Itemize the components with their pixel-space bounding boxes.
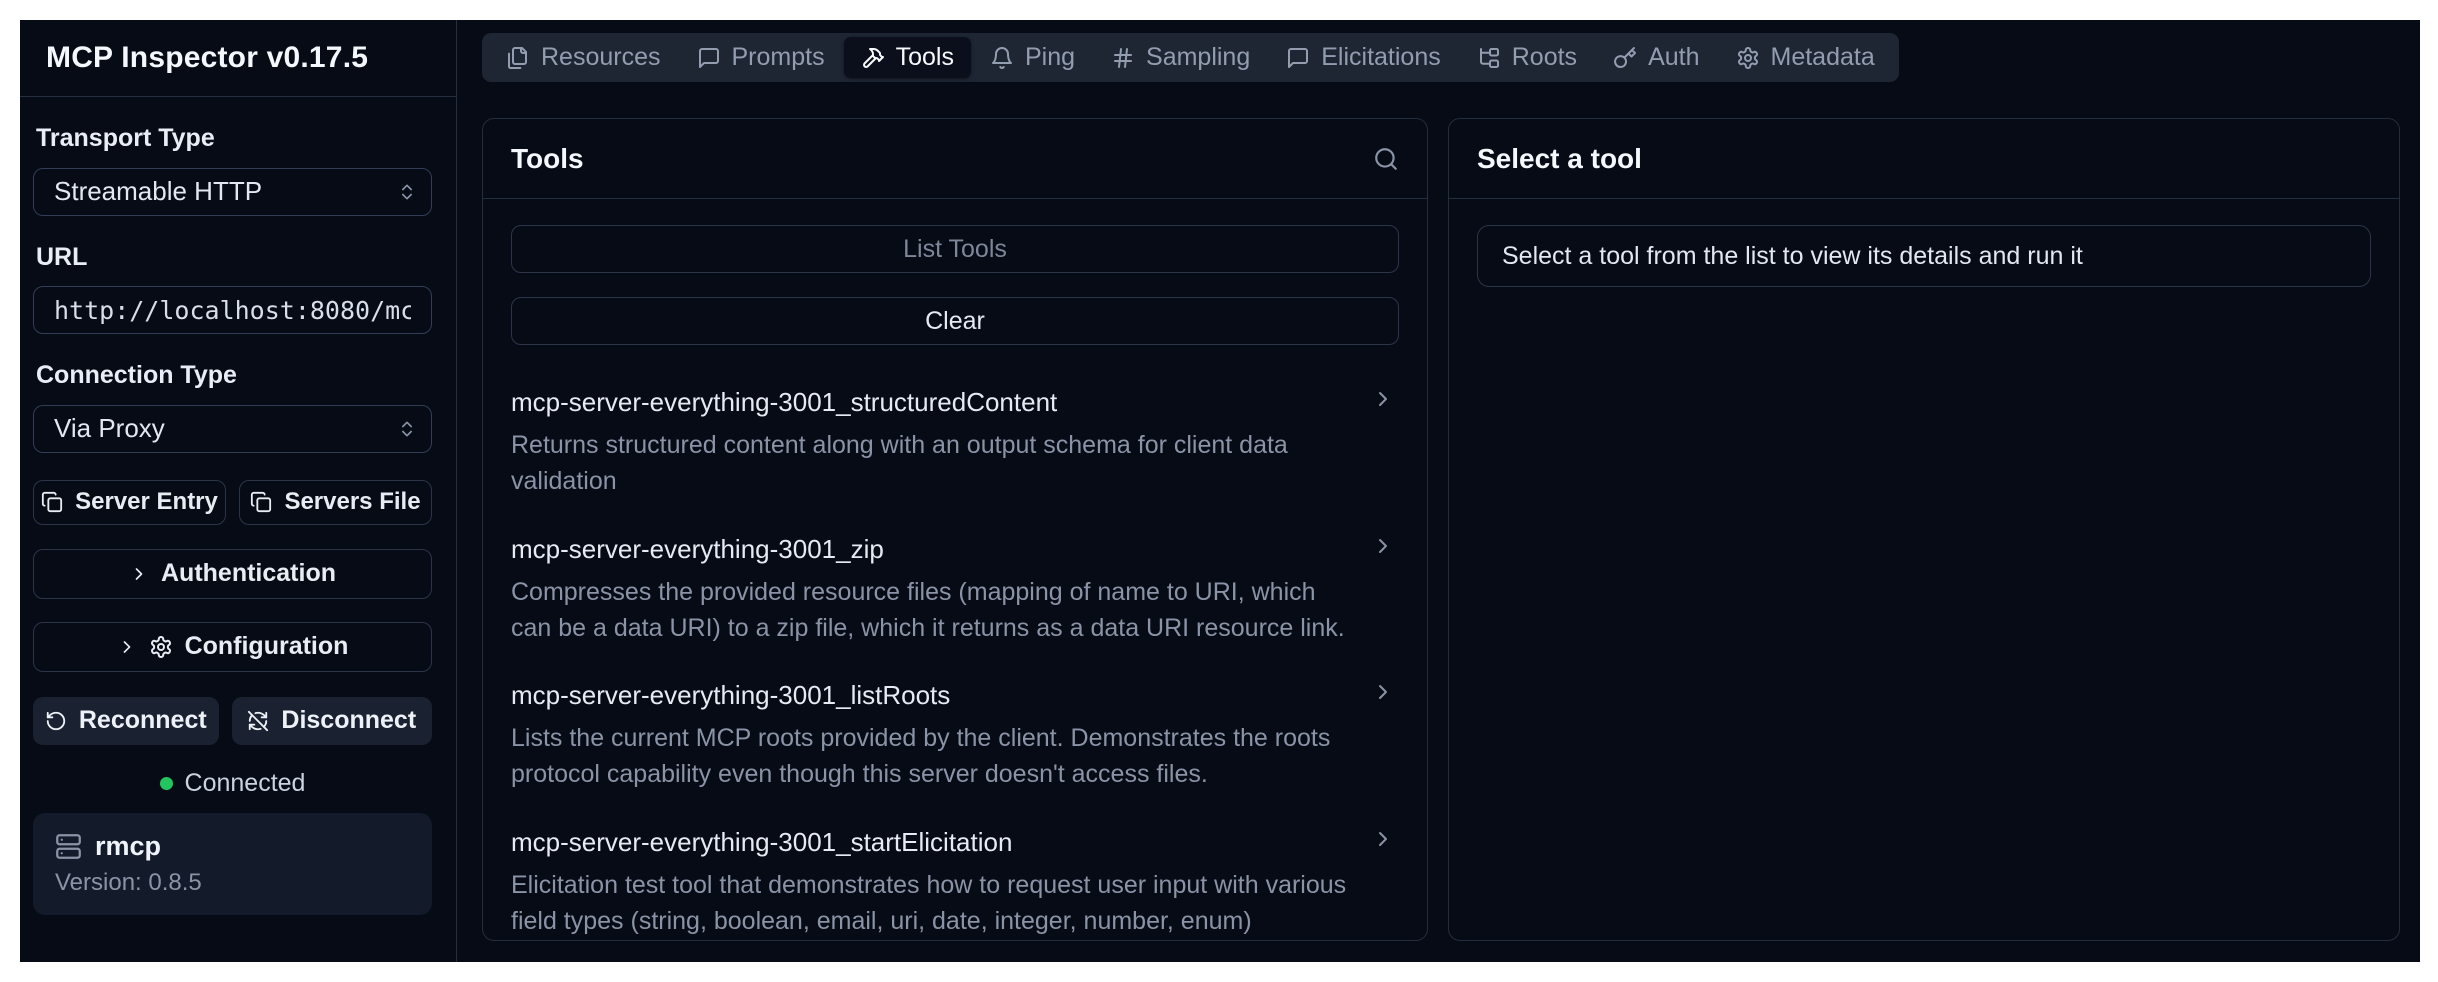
url-label: URL <box>36 244 432 272</box>
connection-status: Connected <box>33 769 432 798</box>
chevron-right-icon <box>1371 534 1395 558</box>
server-entry-button[interactable]: Server Entry <box>33 480 226 525</box>
gear-icon <box>1736 46 1760 70</box>
tab-label: Elicitations <box>1321 43 1441 72</box>
main-area: Resources Prompts Tools Ping Sampling El… <box>457 20 2420 962</box>
reconnect-button[interactable]: Reconnect <box>33 697 219 745</box>
tool-list-item[interactable]: mcp-server-everything-3001_zip Compresse… <box>511 520 1399 661</box>
mcp-inspector-app: MCP Inspector v0.17.5 Transport Type Str… <box>20 20 2420 962</box>
tool-list-item[interactable]: mcp-server-everything-3001_listRoots Lis… <box>511 666 1399 807</box>
tab-label: Auth <box>1648 43 1699 72</box>
authentication-toggle[interactable]: Authentication <box>33 549 432 599</box>
tool-list: mcp-server-everything-3001_structuredCon… <box>511 373 1399 940</box>
bell-icon <box>990 46 1014 70</box>
tool-description: Lists the current MCP roots provided by … <box>511 720 1347 793</box>
chevron-right-icon <box>1371 680 1395 704</box>
tab-tools[interactable]: Tools <box>844 37 971 78</box>
connection-type-value: Via Proxy <box>54 413 165 444</box>
folder-tree-icon <box>1477 46 1501 70</box>
tab-label: Ping <box>1025 43 1075 72</box>
tool-name: mcp-server-everything-3001_zip <box>511 534 1347 565</box>
tool-list-item[interactable]: mcp-server-everything-3001_structuredCon… <box>511 373 1399 514</box>
gear-icon <box>149 635 173 659</box>
detail-panel-title: Select a tool <box>1477 143 1642 175</box>
disconnect-label: Disconnect <box>281 706 416 735</box>
server-entry-label: Server Entry <box>75 488 218 516</box>
chevron-right-icon <box>129 564 149 584</box>
clear-button[interactable]: Clear <box>511 297 1399 345</box>
tab-ping[interactable]: Ping <box>973 37 1092 78</box>
configuration-toggle[interactable]: Configuration <box>33 622 432 672</box>
connection-type-label: Connection Type <box>36 362 432 390</box>
configuration-label: Configuration <box>185 632 349 661</box>
tools-panel-title: Tools <box>511 143 584 175</box>
servers-file-button[interactable]: Servers File <box>239 480 432 525</box>
tool-name: mcp-server-everything-3001_listRoots <box>511 680 1347 711</box>
transport-type-select[interactable]: Streamable HTTP <box>33 168 432 216</box>
server-info-card: rmcp Version: 0.8.5 <box>33 813 432 915</box>
server-name: rmcp <box>95 831 161 862</box>
hammer-icon <box>861 46 885 70</box>
connected-status-text: Connected <box>185 769 306 798</box>
chevrons-up-down-icon <box>397 182 417 202</box>
sidebar-body: Transport Type Streamable HTTP URL Conne… <box>20 97 456 962</box>
disconnect-button[interactable]: Disconnect <box>232 697 432 745</box>
url-input[interactable] <box>33 286 432 334</box>
servers-file-label: Servers File <box>284 488 420 516</box>
copy-icon <box>41 491 63 513</box>
tab-label: Roots <box>1512 43 1577 72</box>
search-icon[interactable] <box>1373 146 1399 172</box>
connected-status-dot <box>160 777 173 790</box>
list-tools-button[interactable]: List Tools <box>511 225 1399 273</box>
tab-label: Sampling <box>1146 43 1250 72</box>
refresh-off-icon <box>247 710 269 732</box>
sidebar: MCP Inspector v0.17.5 Transport Type Str… <box>20 20 457 962</box>
tab-elicitations[interactable]: Elicitations <box>1269 37 1458 78</box>
tool-description: Compresses the provided resource files (… <box>511 574 1347 647</box>
sidebar-header: MCP Inspector v0.17.5 <box>20 20 456 97</box>
chevron-right-icon <box>1371 827 1395 851</box>
files-icon <box>506 46 530 70</box>
tab-label: Resources <box>541 43 661 72</box>
reconnect-label: Reconnect <box>79 706 207 735</box>
message-square-icon <box>697 46 721 70</box>
tool-description: Elicitation test tool that demonstrates … <box>511 867 1347 940</box>
tab-auth[interactable]: Auth <box>1596 37 1716 78</box>
tab-resources[interactable]: Resources <box>489 37 678 78</box>
server-icon <box>55 833 82 860</box>
tool-list-item[interactable]: mcp-server-everything-3001_startElicitat… <box>511 813 1399 941</box>
tab-bar: Resources Prompts Tools Ping Sampling El… <box>482 33 1899 82</box>
key-icon <box>1613 46 1637 70</box>
app-title: MCP Inspector v0.17.5 <box>46 41 368 75</box>
server-version: Version: 0.8.5 <box>55 869 410 897</box>
tab-roots[interactable]: Roots <box>1460 37 1594 78</box>
connection-type-select[interactable]: Via Proxy <box>33 405 432 453</box>
authentication-label: Authentication <box>161 559 336 588</box>
tools-panel: Tools List Tools Clear mcp-server-everyt… <box>482 118 1428 941</box>
tool-name: mcp-server-everything-3001_structuredCon… <box>511 387 1347 418</box>
tab-label: Tools <box>896 43 954 72</box>
tool-name: mcp-server-everything-3001_startElicitat… <box>511 827 1347 858</box>
hash-icon <box>1111 46 1135 70</box>
tool-placeholder: Select a tool from the list to view its … <box>1477 225 2371 287</box>
message-square-icon <box>1286 46 1310 70</box>
chevrons-up-down-icon <box>397 419 417 439</box>
tool-detail-panel: Select a tool Select a tool from the lis… <box>1448 118 2400 941</box>
tab-label: Prompts <box>732 43 825 72</box>
chevron-right-icon <box>1371 387 1395 411</box>
tab-sampling[interactable]: Sampling <box>1094 37 1267 78</box>
rotate-ccw-icon <box>45 710 67 732</box>
chevron-right-icon <box>117 637 137 657</box>
tab-prompts[interactable]: Prompts <box>680 37 842 78</box>
tab-metadata[interactable]: Metadata <box>1719 37 1892 78</box>
transport-type-value: Streamable HTTP <box>54 176 262 207</box>
tab-label: Metadata <box>1771 43 1875 72</box>
copy-icon <box>250 491 272 513</box>
transport-type-label: Transport Type <box>36 125 432 153</box>
tool-description: Returns structured content along with an… <box>511 427 1347 500</box>
